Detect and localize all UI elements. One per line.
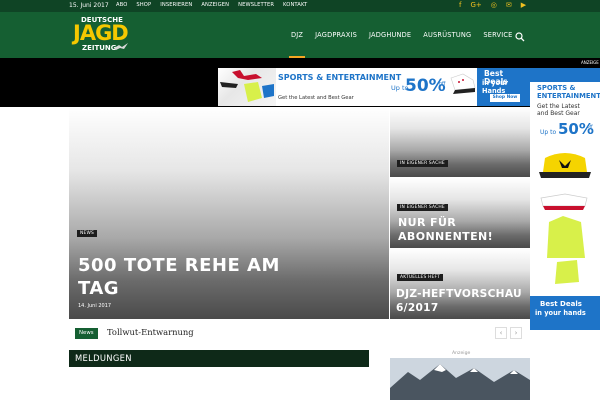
hero-small-3-category[interactable]: AKTUELLES HEFT bbox=[397, 274, 444, 281]
top-link-inserieren[interactable]: INSERIEREN bbox=[160, 2, 192, 8]
ad-label: ANZEIGE bbox=[581, 60, 599, 65]
sidebar-ad-subline: Get the Latest and Best Gear bbox=[537, 103, 580, 117]
top-link-newsletter[interactable]: NEWSLETTER bbox=[238, 2, 274, 8]
hero-small-2-title-line-2: ABONNENTEN! bbox=[398, 229, 494, 243]
nav-item-jagdpraxis[interactable]: JAGDPRAXIS bbox=[309, 12, 363, 58]
banner-ad-deal-line-2: in your Hands bbox=[482, 79, 509, 95]
top-link-shop[interactable]: SHOP bbox=[136, 2, 151, 8]
sidebar-ad-label: Anzeige bbox=[452, 351, 471, 356]
current-date: 15. Juni 2017 bbox=[69, 2, 109, 9]
logo-bird-icon bbox=[114, 43, 128, 50]
site-header: DEUTSCHE JAGD ZEITUNG DJZ JAGDPRAXIS JAD… bbox=[0, 12, 600, 58]
hero-main-title-line-1: 500 TOTE REHE AM bbox=[78, 255, 280, 276]
banner-ad-subline: Get the Latest and Best Gear bbox=[278, 95, 354, 101]
banner-ad-deal-box: Best Deals in your Hands Shop Now bbox=[477, 68, 530, 106]
main-nav: DJZ JAGDPRAXIS JADGHUNDE AUSRÜSTUNG SERV… bbox=[285, 12, 525, 58]
hero-small-2-title-line-1: NUR FÜR bbox=[398, 216, 457, 229]
mail-icon[interactable]: ✉ bbox=[506, 1, 512, 10]
section-header-meldungen: MELDUNGEN bbox=[69, 350, 369, 367]
nav-item-djz[interactable]: DJZ bbox=[285, 12, 309, 58]
hero-article-small-2[interactable]: IN EIGENER SACHE NUR FÜR ABONNENTEN! bbox=[390, 178, 530, 248]
hero-main-title[interactable]: 500 TOTE REHE AM TAG bbox=[78, 254, 280, 300]
hero-article-main[interactable]: NEWS 500 TOTE REHE AM TAG 14. Juni 2017 bbox=[69, 107, 389, 319]
ticker-headline[interactable]: Tollwut-Entwarnung bbox=[107, 327, 194, 337]
site-logo[interactable]: DEUTSCHE JAGD ZEITUNG bbox=[70, 15, 130, 55]
nav-item-service[interactable]: SERVICE bbox=[477, 12, 518, 58]
hero-main-category[interactable]: NEWS bbox=[77, 230, 97, 237]
sidebar-mountain-image[interactable] bbox=[390, 358, 530, 400]
google-plus-icon[interactable]: G+ bbox=[470, 1, 481, 10]
logo-line-3: ZEITUNG bbox=[82, 44, 117, 52]
sidebar-ad-sub-1: Get the Latest bbox=[537, 103, 580, 110]
top-bar: 15. Juni 2017 ABO SHOP INSERIEREN ANZEIG… bbox=[0, 0, 600, 12]
youtube-icon[interactable]: ▶ bbox=[521, 1, 526, 10]
top-links: ABO SHOP INSERIEREN ANZEIGEN NEWSLETTER … bbox=[116, 2, 307, 8]
hero-main-title-line-2: TAG bbox=[78, 278, 120, 299]
news-ticker: News Tollwut-Entwarnung ‹ › bbox=[69, 326, 529, 342]
sidebar-ad-bottom-line-2: in your hands bbox=[535, 309, 586, 317]
top-link-kontakt[interactable]: KONTAKT bbox=[283, 2, 307, 8]
nav-item-jadghunde[interactable]: JADGHUNDE bbox=[363, 12, 417, 58]
hero-main-date: 14. Juni 2017 bbox=[78, 303, 112, 309]
sidebar-ad[interactable]: SPORTS & ENTERTAINMENT Get the Latest an… bbox=[530, 68, 600, 330]
sidebar-ad-upto: Up to bbox=[540, 129, 557, 136]
hero-small-1-category[interactable]: IN EIGENER SACHE bbox=[397, 160, 448, 167]
hero-small-3-title-line-1: DJZ-HEFTVORSCHAU bbox=[396, 288, 522, 300]
banner-ad-shop-button[interactable]: Shop Now bbox=[490, 94, 520, 102]
banner-ad-shoe-image bbox=[450, 73, 476, 94]
facebook-icon[interactable]: f bbox=[459, 1, 461, 10]
sidebar-ad-bottom-line-1: Best Deals bbox=[540, 300, 582, 308]
hero-small-2-category[interactable]: IN EIGENER SACHE bbox=[397, 204, 448, 211]
hero-article-small-3[interactable]: AKTUELLES HEFT DJZ-HEFTVORSCHAU 6/2017 bbox=[390, 249, 530, 319]
ticker-badge: News bbox=[75, 328, 98, 339]
page: 15. Juni 2017 ABO SHOP INSERIEREN ANZEIG… bbox=[0, 0, 600, 400]
sidebar-ad-product-image bbox=[539, 153, 591, 284]
section-title: MELDUNGEN bbox=[75, 353, 132, 363]
sidebar-ad-off: off bbox=[587, 125, 593, 130]
chevron-left-icon[interactable]: ‹ bbox=[495, 327, 507, 339]
top-link-abo[interactable]: ABO bbox=[116, 2, 127, 8]
banner-ad-headline: SPORTS & ENTERTAINMENT bbox=[278, 73, 402, 82]
sidebar-ad-top-box bbox=[530, 68, 600, 82]
chevron-right-icon[interactable]: › bbox=[510, 327, 522, 339]
banner-ad[interactable]: SPORTS & ENTERTAINMENT Get the Latest an… bbox=[218, 68, 530, 106]
hero-small-3-title[interactable]: DJZ-HEFTVORSCHAU 6/2017 bbox=[396, 287, 522, 315]
top-link-anzeigen[interactable]: ANZEIGEN bbox=[201, 2, 229, 8]
search-icon[interactable] bbox=[515, 32, 525, 42]
instagram-icon[interactable]: ◎ bbox=[491, 1, 497, 10]
hero-small-2-title[interactable]: NUR FÜR ABONNENTEN! bbox=[398, 216, 493, 243]
sidebar-ad-headline-2: ENTERTAINMENT bbox=[537, 92, 600, 100]
banner-ad-product-image bbox=[218, 68, 276, 106]
sidebar-ad-sub-2: and Best Gear bbox=[537, 110, 580, 117]
social-links: f G+ ◎ ✉ ▶ bbox=[459, 1, 526, 10]
nav-item-ausruestung[interactable]: AUSRÜSTUNG bbox=[417, 12, 477, 58]
sidebar-ad-headline-1: SPORTS & bbox=[537, 84, 576, 92]
hero-small-3-title-line-2: 6/2017 bbox=[396, 302, 439, 314]
sidebar-ad-bottom-box: Best Deals in your hands bbox=[530, 296, 600, 330]
banner-ad-off: off bbox=[439, 81, 446, 87]
sidebar-ad-headline: SPORTS & ENTERTAINMENT bbox=[537, 84, 600, 100]
hero-article-small-1[interactable]: IN EIGENER SACHE bbox=[390, 107, 530, 177]
logo-line-2: JAGD bbox=[73, 21, 129, 45]
